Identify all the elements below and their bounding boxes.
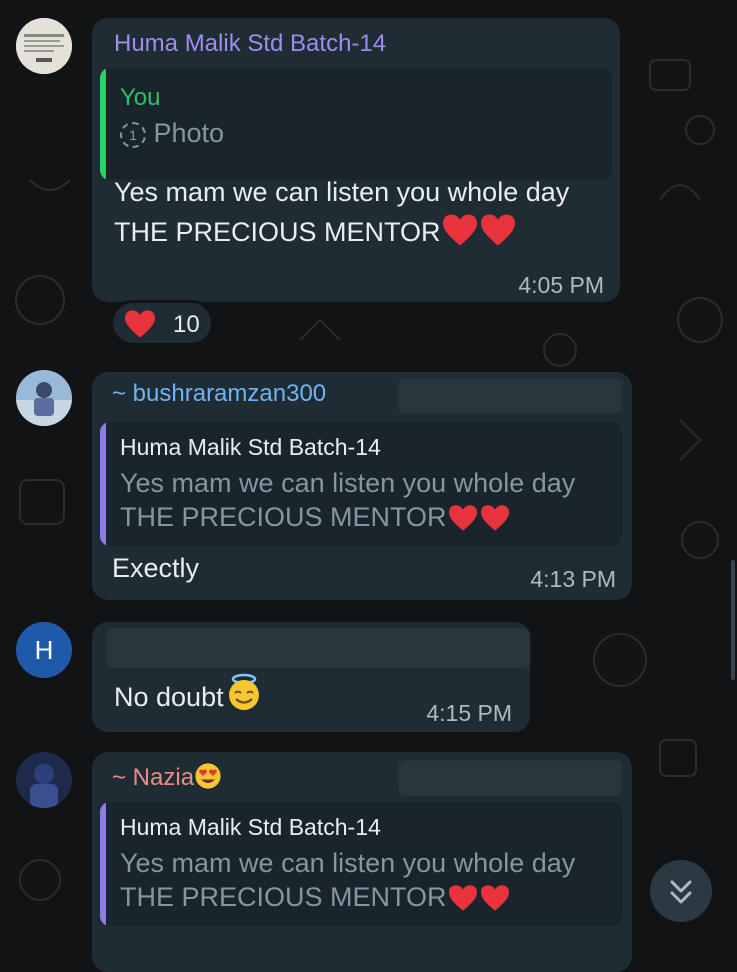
redacted-sender-name [106, 628, 530, 668]
redacted-phone-number [398, 378, 622, 414]
message-text-line2: THE PRECIOUS MENTOR [114, 217, 441, 247]
message-bubble[interactable]: ~ Nazia Huma Malik Std Batch-14 Yes mam … [92, 752, 632, 972]
message-bubble[interactable]: No doubt 4:15 PM [92, 622, 530, 732]
message-text: Yes mam we can listen you whole day THE … [114, 172, 569, 252]
avatar[interactable] [16, 18, 72, 74]
redacted-phone-number [398, 760, 622, 796]
quote-bar [100, 68, 106, 180]
message-text-line1: Yes mam we can listen you whole day [114, 177, 570, 207]
quote-photo-label: Photo [153, 118, 225, 148]
avatar-image [16, 370, 72, 426]
double-chevron-down-icon [670, 880, 692, 904]
sender-name[interactable]: ~ Nazia [112, 764, 194, 791]
message-time: 4:15 PM [426, 700, 512, 726]
message-time: 4:13 PM [530, 566, 616, 592]
message-text: Exectly [112, 553, 200, 583]
quote-line-2-row: THE PRECIOUS MENTOR [120, 882, 511, 913]
avatar[interactable]: H [16, 622, 72, 678]
message-text-row: No doubt [114, 672, 264, 717]
quoted-message[interactable]: Huma Malik Std Batch-14 Yes mam we can l… [100, 802, 622, 926]
message-bubble[interactable]: Huma Malik Std Batch-14 You 1 Photo Yes … [92, 18, 620, 302]
scrollbar[interactable] [731, 560, 735, 680]
view-once-icon: 1 [120, 122, 146, 148]
sender-name-row: ~ Nazia [112, 762, 222, 792]
heart-emoji-icon [448, 885, 477, 911]
avatar[interactable] [16, 752, 72, 808]
quote-line-1: Yes mam we can listen you whole day [120, 848, 576, 878]
quote-bar [100, 802, 106, 926]
quote-photo-row: 1 Photo [120, 118, 224, 149]
sender-name[interactable]: ~ bushraramzan300 [112, 380, 326, 408]
message-bubble[interactable]: ~ bushraramzan300 Huma Malik Std Batch-1… [92, 372, 632, 600]
quote-sender: Huma Malik Std Batch-14 [120, 434, 381, 460]
avatar-letter: H [34, 635, 54, 665]
smiling-face-with-halo-icon [228, 673, 259, 710]
heart-emoji-icon [448, 505, 477, 531]
quote-sender: You [120, 84, 161, 111]
quoted-message[interactable]: Huma Malik Std Batch-14 Yes mam we can l… [100, 422, 622, 546]
quote-line-2: THE PRECIOUS MENTOR [120, 502, 447, 532]
avatar[interactable] [16, 370, 72, 426]
sender-name[interactable]: Huma Malik Std Batch-14 [114, 30, 386, 58]
heart-eyes-emoji-icon [195, 763, 221, 789]
message-time: 4:05 PM [518, 272, 604, 298]
reaction-pill[interactable]: 10 [110, 300, 214, 346]
heart-emoji-icon [480, 214, 515, 246]
heart-emoji-icon [442, 214, 477, 246]
quote-line-1: Yes mam we can listen you whole day [120, 468, 576, 498]
heart-emoji-icon [480, 885, 509, 911]
quoted-message[interactable]: You 1 Photo [100, 68, 612, 180]
message-text-line2-row: THE PRECIOUS MENTOR [114, 212, 569, 252]
heart-icon [125, 310, 155, 338]
quote-line-2: THE PRECIOUS MENTOR [120, 882, 447, 912]
reaction-count: 10 [173, 311, 200, 338]
heart-emoji-icon [480, 505, 509, 531]
avatar-image [16, 752, 72, 808]
scroll-to-bottom-button[interactable] [650, 860, 712, 922]
quote-sender: Huma Malik Std Batch-14 [120, 814, 381, 840]
quote-line-2-row: THE PRECIOUS MENTOR [120, 502, 511, 533]
message-text: No doubt [114, 682, 224, 712]
avatar-image [16, 18, 72, 74]
quote-bar [100, 422, 106, 546]
